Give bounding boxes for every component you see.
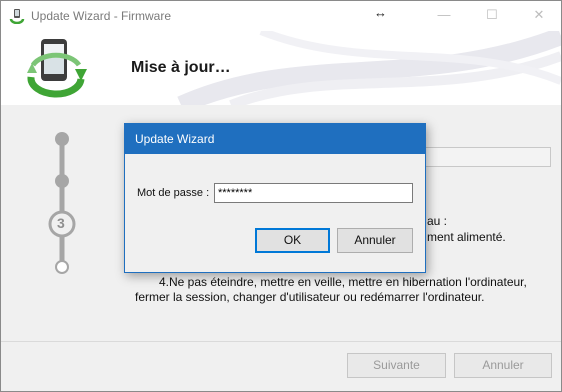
instruction-line-4b: fermer la session, changer d'utilisateur… <box>135 290 485 304</box>
password-input[interactable] <box>214 183 413 203</box>
password-label: Mot de passe : <box>137 187 210 199</box>
instruction-line-2: ment alimenté. <box>427 230 506 244</box>
title-bar[interactable]: Update Wizard - Firmware ↔ — ☐ ✕ <box>1 1 561 31</box>
resize-cursor-icon: ↔ <box>374 5 387 20</box>
instruction-line-4a: 4.Ne pas éteindre, mettre en veille, met… <box>159 275 527 289</box>
close-button[interactable]: ✕ <box>529 6 549 24</box>
dialog-cancel-button[interactable]: Annuler <box>337 228 413 253</box>
app-icon <box>9 9 25 24</box>
footer-divider <box>1 341 561 342</box>
step-progress <box>48 132 76 274</box>
maximize-button[interactable]: ☐ <box>482 6 502 24</box>
instruction-line-1: au : <box>427 214 448 228</box>
dialog-title-bar[interactable]: Update Wizard <box>125 124 425 154</box>
background-field <box>425 147 551 167</box>
window-title: Update Wizard - Firmware <box>31 9 172 23</box>
cancel-button[interactable]: Annuler <box>454 353 552 378</box>
current-step-number: 3 <box>57 215 65 231</box>
page-title: Mise à jour… <box>131 59 231 76</box>
phone-sync-icon <box>27 39 87 98</box>
next-button[interactable]: Suivante <box>347 353 446 378</box>
wizard-header: Mise à jour… <box>1 31 561 106</box>
ok-button[interactable]: OK <box>255 228 330 253</box>
dialog-title: Update Wizard <box>135 132 215 146</box>
password-dialog: Update Wizard Mot de passe : OK Annuler <box>124 123 426 273</box>
update-wizard-window: Update Wizard - Firmware ↔ — ☐ ✕ Mise à … <box>0 0 562 392</box>
minimize-button[interactable]: — <box>434 6 454 24</box>
